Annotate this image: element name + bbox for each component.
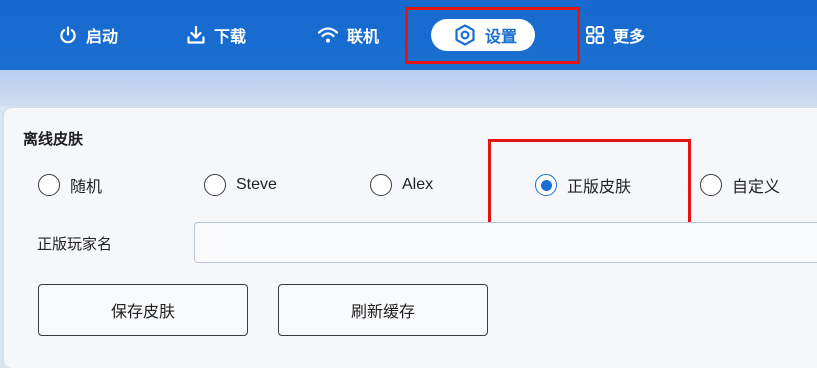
radio-circle: [535, 174, 557, 196]
wifi-icon: [317, 25, 339, 45]
nav-launch[interactable]: 启动: [58, 19, 118, 51]
nav-multiplayer[interactable]: 联机: [317, 19, 379, 51]
radio-circle: [204, 174, 226, 196]
nav-download[interactable]: 下载: [186, 19, 246, 51]
radio-circle: [38, 174, 60, 196]
settings-icon: [453, 23, 477, 47]
nav-more[interactable]: 更多: [585, 19, 645, 51]
power-icon: [58, 25, 78, 45]
nav-settings-label: 设置: [485, 29, 518, 46]
save-skin-button[interactable]: 保存皮肤: [38, 284, 248, 336]
download-icon: [186, 25, 206, 45]
radio-selected-dot: [540, 179, 552, 191]
radio-official-skin[interactable]: 正版皮肤: [535, 172, 631, 198]
grid-icon: [585, 25, 605, 45]
section-title: 离线皮肤: [23, 131, 84, 148]
radio-label: 正版皮肤: [567, 179, 632, 196]
nav-more-label: 更多: [613, 29, 646, 46]
radio-alex[interactable]: Alex: [370, 172, 433, 198]
radio-label: 随机: [70, 179, 103, 196]
nav-launch-label: 启动: [86, 29, 119, 46]
player-name-label: 正版玩家名: [37, 236, 113, 253]
radio-random[interactable]: 随机: [38, 172, 102, 198]
header-band: [0, 70, 817, 106]
nav-download-label: 下载: [214, 29, 247, 46]
radio-custom[interactable]: 自定义: [700, 172, 780, 198]
radio-label: 自定义: [732, 179, 781, 196]
nav-settings[interactable]: 设置: [431, 19, 536, 51]
top-nav-bar: 启动 下载 联机 设置 更多: [0, 0, 817, 70]
refresh-cache-button[interactable]: 刷新缓存: [278, 284, 488, 336]
nav-multiplayer-label: 联机: [347, 29, 380, 46]
radio-label: Steve: [236, 176, 277, 193]
radio-steve[interactable]: Steve: [204, 172, 277, 198]
radio-label: Alex: [402, 176, 434, 193]
radio-circle: [700, 174, 722, 196]
player-name-input[interactable]: [194, 222, 817, 263]
radio-circle: [370, 174, 392, 196]
